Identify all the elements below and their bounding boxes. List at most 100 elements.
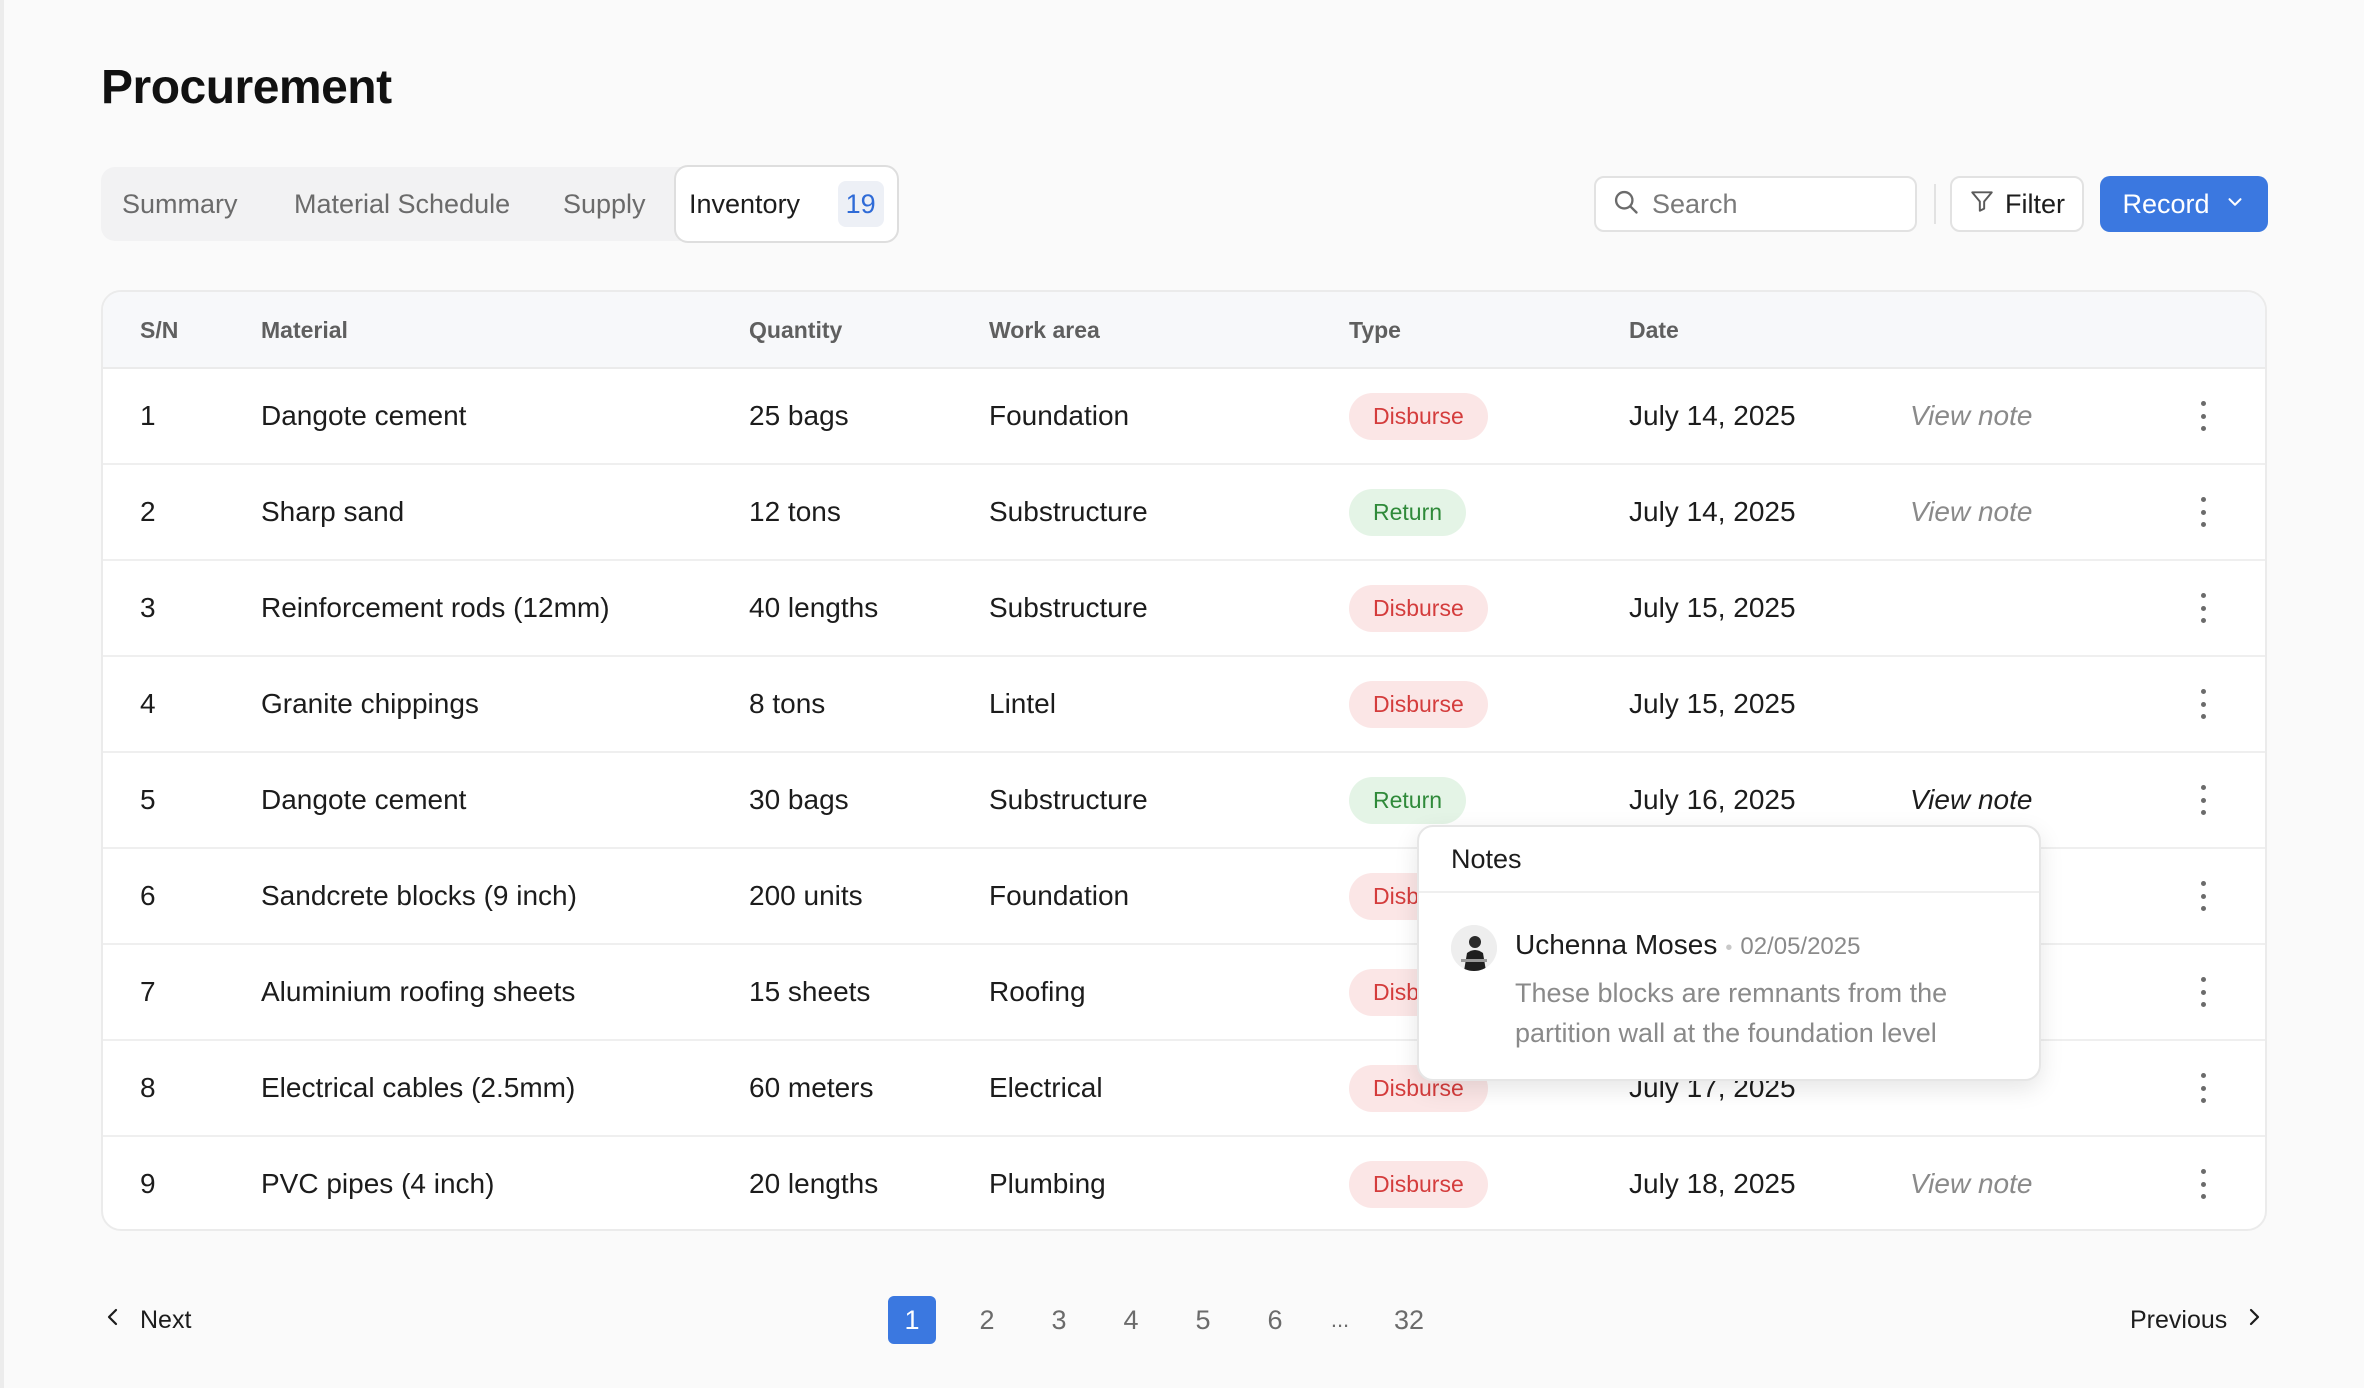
row-more-icon[interactable] [2193,1169,2213,1199]
row-quantity: 200 units [749,880,863,911]
row-material: Reinforcement rods (12mm) [261,592,610,623]
page-2[interactable]: 2 [963,1296,1011,1344]
page-4[interactable]: 4 [1107,1296,1155,1344]
notes-popover-title: Notes [1451,844,1522,874]
notes-popover-divider [1419,891,2039,893]
filter-button[interactable]: Filter [1950,176,2084,232]
row-quantity: 8 tons [749,688,826,719]
row-more-icon[interactable] [2193,497,2213,527]
chevron-right-icon [2245,1300,2263,1340]
table-row[interactable]: 4 Granite chippings 8 tons Lintel Disbur… [103,657,2265,753]
view-note-link[interactable]: View note [1910,465,2032,559]
row-date: July 15, 2025 [1629,592,1796,623]
tab-inventory-count-badge: 19 [837,180,884,227]
row-work-area: Roofing [989,976,1086,1007]
type-badge-return: Return [1349,777,1467,824]
row-material: Granite chippings [261,688,479,719]
row-quantity: 40 lengths [749,592,879,623]
chevron-down-icon [2224,189,2246,220]
row-quantity: 30 bags [749,784,849,815]
row-more-icon[interactable] [2193,1073,2213,1103]
row-material: PVC pipes (4 inch) [261,1168,495,1199]
table-row[interactable]: 9 PVC pipes (4 inch) 20 lengths Plumbing… [103,1137,2265,1229]
page-32[interactable]: 32 [1385,1296,1433,1344]
row-sn: 4 [140,688,156,719]
column-header-date: Date [1629,317,1679,343]
notes-popover: Notes Uchenna Moses • 02/05/2025 These blo… [1417,825,2041,1081]
search-box[interactable] [1594,176,1917,232]
row-material: Sandcrete blocks (9 inch) [261,880,577,911]
pagination-back-link[interactable]: Next [104,1300,191,1340]
row-quantity: 20 lengths [749,1168,879,1199]
note-meta: Uchenna Moses • 02/05/2025 [1515,925,1860,965]
row-sn: 8 [140,1072,156,1103]
row-more-icon[interactable] [2193,689,2213,719]
row-work-area: Foundation [989,400,1130,431]
column-header-work-area: Work area [989,317,1100,343]
type-badge-disburse: Disburse [1349,1161,1488,1208]
search-input[interactable] [1652,188,1892,220]
table-row[interactable]: 1 Dangote cement 25 bags Foundation Disb… [103,369,2265,465]
avatar [1451,925,1497,971]
table-row[interactable]: 3 Reinforcement rods (12mm) 40 lengths S… [103,561,2265,657]
view-note-link[interactable]: View note [1910,369,2032,463]
row-quantity: 15 sheets [749,976,871,1007]
row-material: Dangote cement [261,784,467,815]
row-work-area: Electrical [989,1072,1103,1103]
row-sn: 9 [140,1168,156,1199]
row-more-icon[interactable] [2193,401,2213,431]
row-material: Dangote cement [261,400,467,431]
row-more-icon[interactable] [2193,785,2213,815]
row-date: July 18, 2025 [1629,1168,1796,1199]
row-work-area: Plumbing [989,1168,1106,1199]
table-row[interactable]: 2 Sharp sand 12 tons Substructure Return… [103,465,2265,561]
window-edge [0,0,4,1388]
row-sn: 6 [140,880,156,911]
tab-inventory[interactable]: Inventory 19 [674,165,899,243]
type-badge-return: Return [1349,489,1467,536]
view-note-link[interactable]: View note [1910,1137,2032,1229]
column-header-quantity: Quantity [749,317,843,343]
filter-icon [1969,188,1995,221]
column-header-material: Material [261,317,348,343]
tab-material-schedule[interactable]: Material Schedule [294,167,510,241]
row-sn: 1 [140,400,156,431]
tab-inventory-label: Inventory [689,189,801,219]
row-date: July 14, 2025 [1629,496,1796,527]
record-button[interactable]: Record [2100,176,2268,232]
column-header-type: Type [1349,317,1401,343]
page-6[interactable]: 6 [1251,1296,1299,1344]
toolbar-divider [1934,184,1936,224]
pagination-forward-link[interactable]: Previous [2130,1300,2263,1340]
page-ellipsis: ... [1330,1307,1350,1332]
row-more-icon[interactable] [2193,593,2213,623]
row-quantity: 60 meters [749,1072,874,1103]
row-date: July 14, 2025 [1629,400,1796,431]
note-text: These blocks are remnants from the parti… [1515,978,1948,1048]
row-work-area: Lintel [989,688,1056,719]
row-sn: 3 [140,592,156,623]
page-1[interactable]: 1 [888,1296,936,1344]
tab-supply[interactable]: Supply [563,167,646,241]
row-date: July 15, 2025 [1629,688,1796,719]
tab-bar: Summary Material Schedule Supply Invento… [101,165,899,243]
row-work-area: Substructure [989,784,1148,815]
row-sn: 2 [140,496,156,527]
column-header-sn: S/N [140,317,179,343]
pagination-back-label: Next [140,1306,192,1334]
page-5[interactable]: 5 [1179,1296,1227,1344]
separator-dot-icon: • [1725,937,1733,959]
row-more-icon[interactable] [2193,881,2213,911]
page-3[interactable]: 3 [1035,1296,1083,1344]
row-sn: 7 [140,976,156,1007]
row-sn: 5 [140,784,156,815]
page-title: Procurement [101,61,392,114]
note-date: 02/05/2025 [1740,933,1861,960]
type-badge-disburse: Disburse [1349,681,1488,728]
table-header: S/N Material Quantity Work area Type Dat… [103,292,2265,369]
row-more-icon[interactable] [2193,977,2213,1007]
row-work-area: Foundation [989,880,1130,911]
row-quantity: 12 tons [749,496,841,527]
record-button-label: Record [2122,188,2210,219]
tab-summary[interactable]: Summary [122,167,238,241]
